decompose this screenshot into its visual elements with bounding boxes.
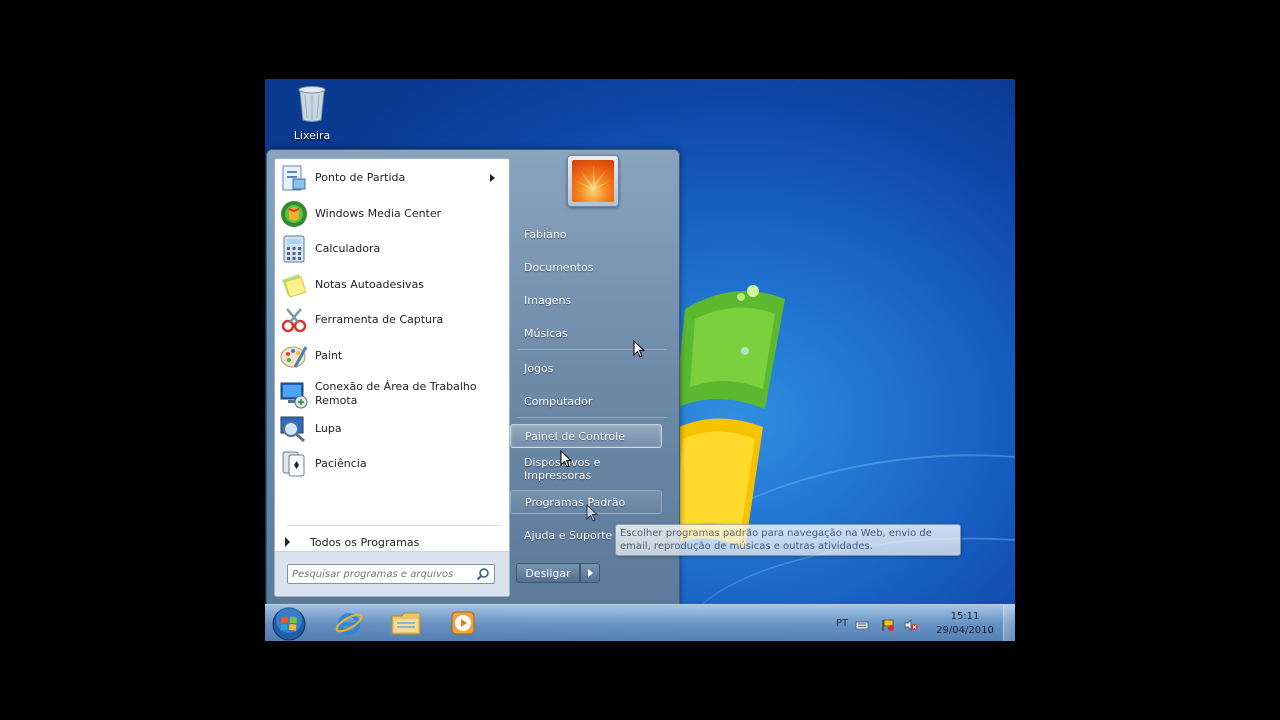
user-picture-flower	[572, 160, 614, 202]
program-label: Notas Autoadesivas	[315, 278, 425, 291]
clock-date: 29/04/2010	[936, 625, 994, 636]
place-documents[interactable]: Documentos	[510, 255, 662, 279]
program-paint[interactable]: Paint	[279, 339, 505, 373]
recycle-bin-icon	[298, 86, 326, 122]
place-computer[interactable]: Computador	[510, 389, 662, 413]
desktop[interactable]: Lixeira Ponto de Partida Windows Media C…	[265, 79, 1015, 641]
program-label: Windows Media Center	[315, 207, 442, 220]
mouse-cursor-icon	[633, 340, 645, 358]
start-button[interactable]	[271, 606, 307, 641]
getting-started-icon	[282, 165, 306, 191]
program-label: Ponto de Partida	[315, 171, 406, 184]
all-programs-label: Todos os Programas	[310, 535, 420, 549]
volume-muted-icon[interactable]	[904, 619, 918, 631]
place-devices-printers[interactable]: Dispositivos e Impressoras	[510, 456, 662, 482]
expand-arrow-icon	[285, 537, 290, 547]
program-getting-started[interactable]: Ponto de Partida	[279, 161, 505, 195]
program-sticky-notes[interactable]: Notas Autoadesivas	[279, 268, 505, 302]
taskbar: PT 15:11 29/04/2010	[265, 604, 1015, 641]
taskbar-windows-explorer[interactable]	[380, 607, 432, 639]
user-avatar[interactable]	[567, 155, 619, 207]
program-calculator[interactable]: Calculadora	[279, 232, 505, 266]
search-input[interactable]	[288, 565, 476, 583]
program-magnifier[interactable]: Lupa	[279, 412, 505, 446]
place-control-panel[interactable]: Painel de Controle	[510, 424, 662, 448]
show-desktop-button[interactable]	[1003, 605, 1015, 641]
program-solitaire[interactable]: Paciência	[279, 447, 505, 481]
program-media-center[interactable]: Windows Media Center	[279, 197, 505, 231]
desktop-icon-recycle-bin[interactable]: Lixeira	[287, 85, 337, 142]
chevron-right-icon	[588, 569, 593, 577]
shutdown-button[interactable]: Desligar	[516, 563, 580, 583]
taskbar-media-player[interactable]	[437, 607, 489, 639]
shutdown-options-button[interactable]	[580, 563, 600, 583]
sticky-notes-icon	[282, 274, 307, 298]
all-programs-button[interactable]: Todos os Programas	[285, 531, 419, 553]
program-label: Paciência	[315, 457, 367, 470]
remote-desktop-icon	[280, 382, 308, 409]
place-user-folder[interactable]: Fabiano	[510, 222, 662, 246]
internet-explorer-icon	[335, 613, 363, 635]
system-clock[interactable]: 15:11 29/04/2010	[933, 610, 997, 638]
search-area	[275, 551, 509, 596]
paint-icon	[280, 346, 308, 368]
submenu-arrow-icon[interactable]	[490, 174, 495, 182]
search-box[interactable]	[287, 564, 495, 584]
program-label: Ferramenta de Captura	[315, 313, 444, 326]
snipping-tool-icon	[281, 308, 307, 333]
clock-time: 15:11	[950, 611, 980, 622]
program-snipping-tool[interactable]: Ferramenta de Captura	[279, 303, 505, 337]
windows-explorer-icon	[391, 612, 421, 635]
program-label: Lupa	[315, 422, 342, 435]
search-icon[interactable]	[476, 567, 490, 581]
program-label: Conexão de Área de Trabalho Remota	[315, 380, 477, 407]
solitaire-icon	[282, 451, 305, 477]
mouse-cursor-icon	[560, 450, 572, 468]
place-games[interactable]: Jogos	[510, 356, 662, 380]
tooltip: Escolher programas padrão para navegação…	[615, 524, 961, 556]
place-pictures[interactable]: Imagens	[510, 288, 662, 312]
media-player-icon	[451, 611, 475, 635]
language-indicator[interactable]: PT	[836, 618, 848, 629]
program-label: Paint	[315, 349, 343, 362]
separator	[517, 417, 667, 418]
windows-logo	[675, 285, 785, 549]
taskbar-internet-explorer[interactable]	[323, 607, 375, 639]
calculator-icon	[283, 235, 305, 263]
recycle-bin-label: Lixeira	[293, 129, 331, 142]
separator	[287, 525, 501, 526]
mouse-cursor-icon	[586, 504, 598, 522]
programs-pane: Ponto de Partida Windows Media Center Ca…	[274, 158, 510, 597]
media-center-icon	[281, 201, 307, 227]
keyboard-icon[interactable]	[855, 619, 869, 631]
program-remote-desktop[interactable]: Conexão de Área de Trabalho Remota	[279, 374, 505, 414]
program-label: Calculadora	[315, 242, 381, 255]
action-center-flag-icon[interactable]	[881, 619, 895, 631]
magnifier-icon	[280, 416, 305, 443]
